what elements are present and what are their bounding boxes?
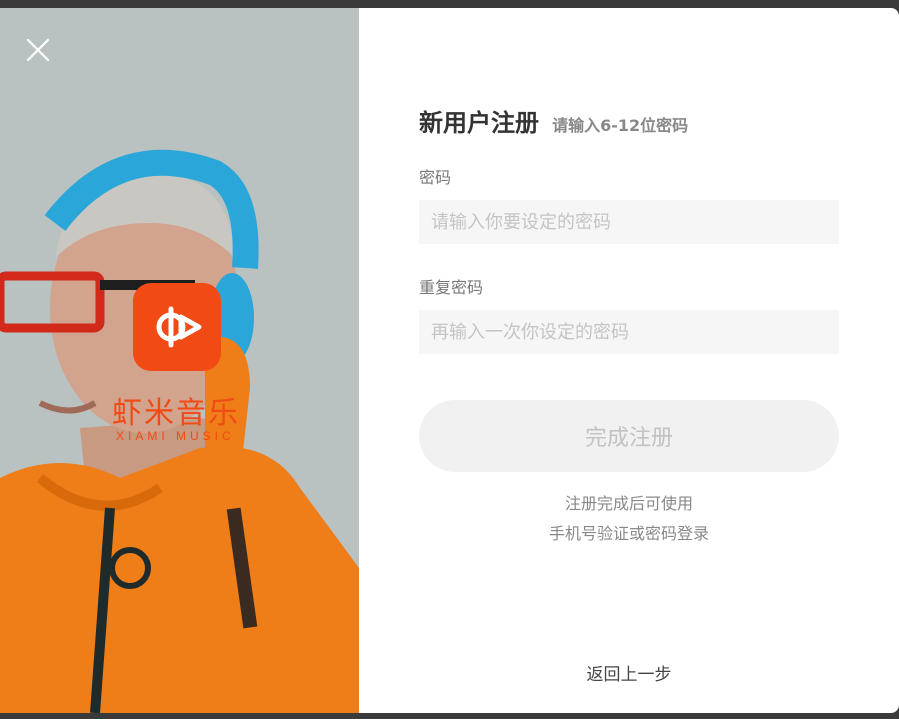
hero-image: 虾米音乐 XIAMI MUSIC: [0, 8, 359, 713]
repeat-password-input[interactable]: [419, 310, 839, 354]
close-button[interactable]: [22, 34, 54, 66]
dialog-title: 新用户注册: [419, 109, 539, 137]
hint-line-2: 手机号验证或密码登录: [548, 524, 709, 543]
close-icon: [26, 38, 50, 62]
title-row: 新用户注册 请输入6-12位密码: [419, 103, 688, 138]
logo-chinese-name: 虾米音乐: [112, 396, 240, 431]
back-link[interactable]: 返回上一步: [419, 660, 839, 685]
dialog-subtitle: 请输入6-12位密码: [552, 116, 689, 135]
register-form: 新用户注册 请输入6-12位密码 密码 重复密码 完成注册 注册完成后可使用 手…: [419, 8, 839, 713]
logo-english-name: XIAMI MUSIC: [116, 429, 235, 443]
xiami-logo-icon: [156, 306, 202, 348]
password-label: 密码: [419, 168, 452, 187]
password-input[interactable]: [419, 200, 839, 244]
complete-registration-button[interactable]: 完成注册: [419, 400, 839, 472]
xiami-logo-badge: [133, 283, 221, 371]
hint-line-1: 注册完成后可使用: [564, 494, 693, 513]
register-dialog: 虾米音乐 XIAMI MUSIC 新用户注册 请输入6-12位密码 密码 重复密…: [0, 8, 899, 713]
repeat-password-label: 重复密码: [419, 278, 484, 297]
